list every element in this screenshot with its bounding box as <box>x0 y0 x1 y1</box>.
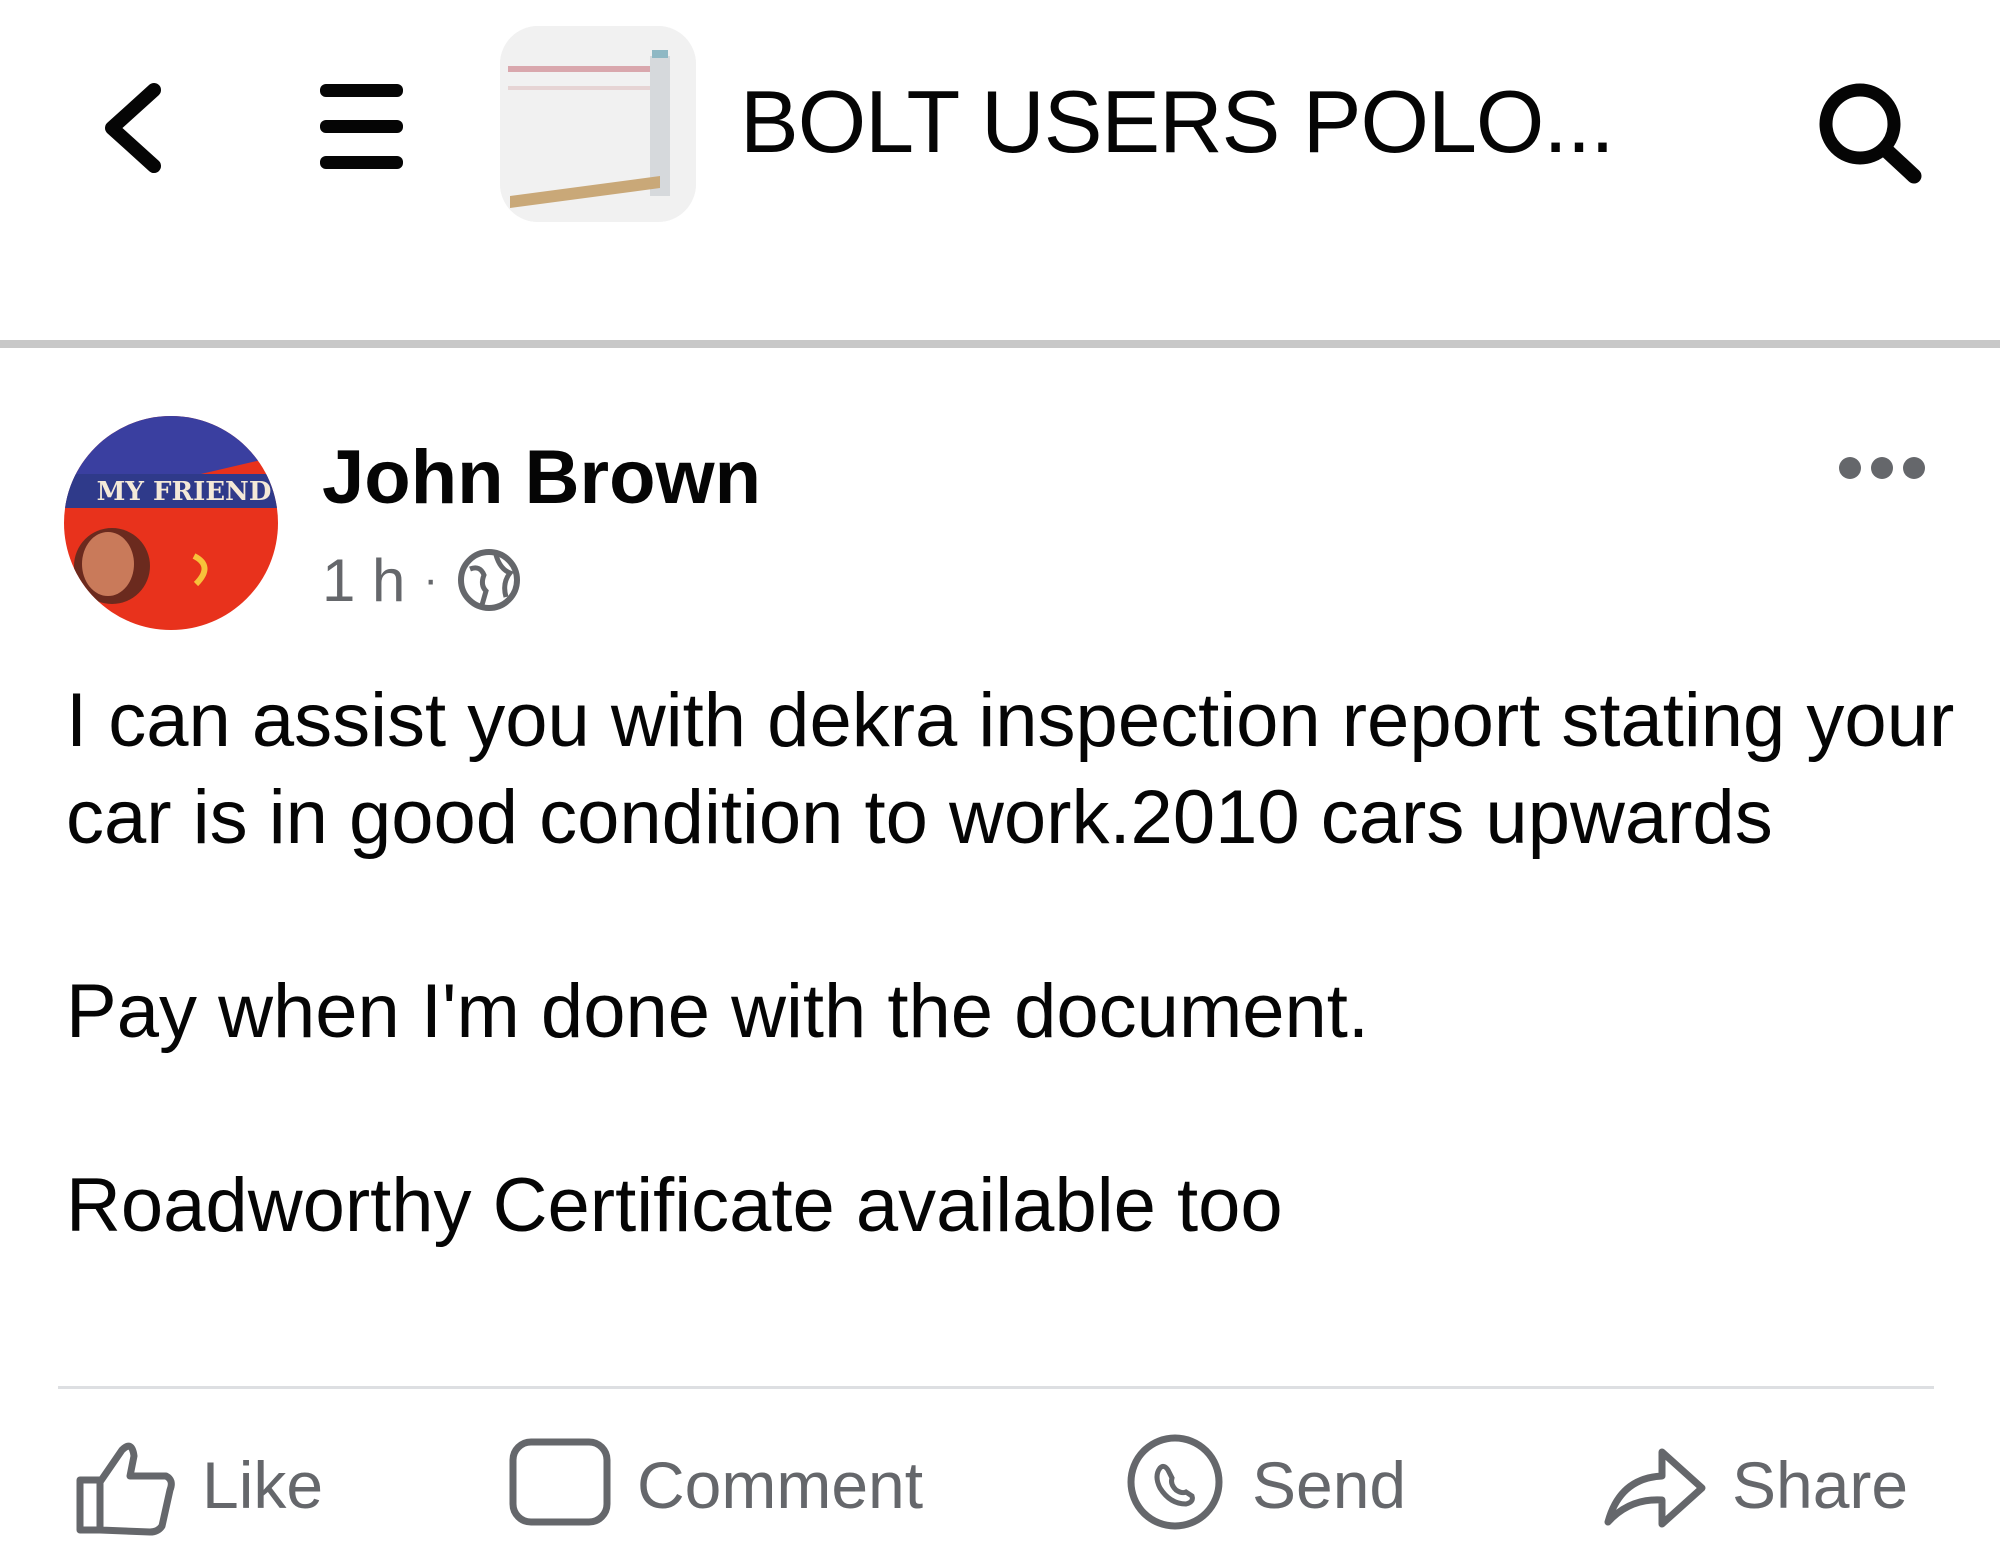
post-paragraph: Pay when I'm done with the document. <box>66 969 1370 1054</box>
back-button[interactable] <box>92 78 172 178</box>
send-button[interactable]: Send <box>1120 1430 1406 1540</box>
top-app-bar: BOLT USERS POLO... <box>0 0 2000 340</box>
more-horizontal-icon <box>1839 457 1925 479</box>
comment-icon <box>509 1438 611 1526</box>
header-divider <box>0 340 2000 348</box>
post-text: I can assist you with dekra inspection r… <box>66 672 1966 1254</box>
post-paragraph: I can assist you with dekra inspection r… <box>66 678 1955 860</box>
like-label: Like <box>202 1448 324 1522</box>
avatar-image: MY FRIEND <box>64 416 278 630</box>
like-button[interactable]: Like <box>70 1430 323 1540</box>
group-title[interactable]: BOLT USERS POLO... <box>740 72 1615 172</box>
meta-separator: · <box>423 555 439 604</box>
share-button[interactable]: Share <box>1600 1430 1908 1540</box>
post-meta: 1 h · <box>322 540 522 620</box>
author-name[interactable]: John Brown <box>322 432 761 524</box>
comment-label: Comment <box>637 1448 924 1522</box>
group-cover-thumbnail[interactable] <box>500 26 696 222</box>
post-paragraph: Roadworthy Certificate available too <box>66 1163 1283 1248</box>
search-button[interactable] <box>1810 78 1930 188</box>
search-icon <box>1819 83 1922 184</box>
group-cover-image <box>500 26 696 222</box>
globe-icon <box>458 549 521 611</box>
post-options-button[interactable] <box>1836 450 1928 486</box>
post-actions-divider <box>58 1386 1934 1389</box>
hamburger-menu-icon <box>320 84 403 169</box>
post-timestamp[interactable]: 1 h <box>322 546 405 615</box>
messenger-icon <box>1127 1434 1223 1530</box>
thumbs-up-icon <box>76 1442 175 1536</box>
menu-button[interactable] <box>314 82 409 172</box>
avatar-text: MY FRIEND <box>97 477 272 507</box>
post-action-bar: Like Comment Send Share <box>0 1430 2000 1550</box>
share-icon <box>1604 1448 1706 1528</box>
share-label: Share <box>1732 1448 1909 1522</box>
author-avatar[interactable]: MY FRIEND <box>64 416 278 630</box>
send-label: Send <box>1252 1448 1407 1522</box>
chevron-left-icon <box>105 83 161 173</box>
comment-button[interactable]: Comment <box>505 1430 923 1540</box>
